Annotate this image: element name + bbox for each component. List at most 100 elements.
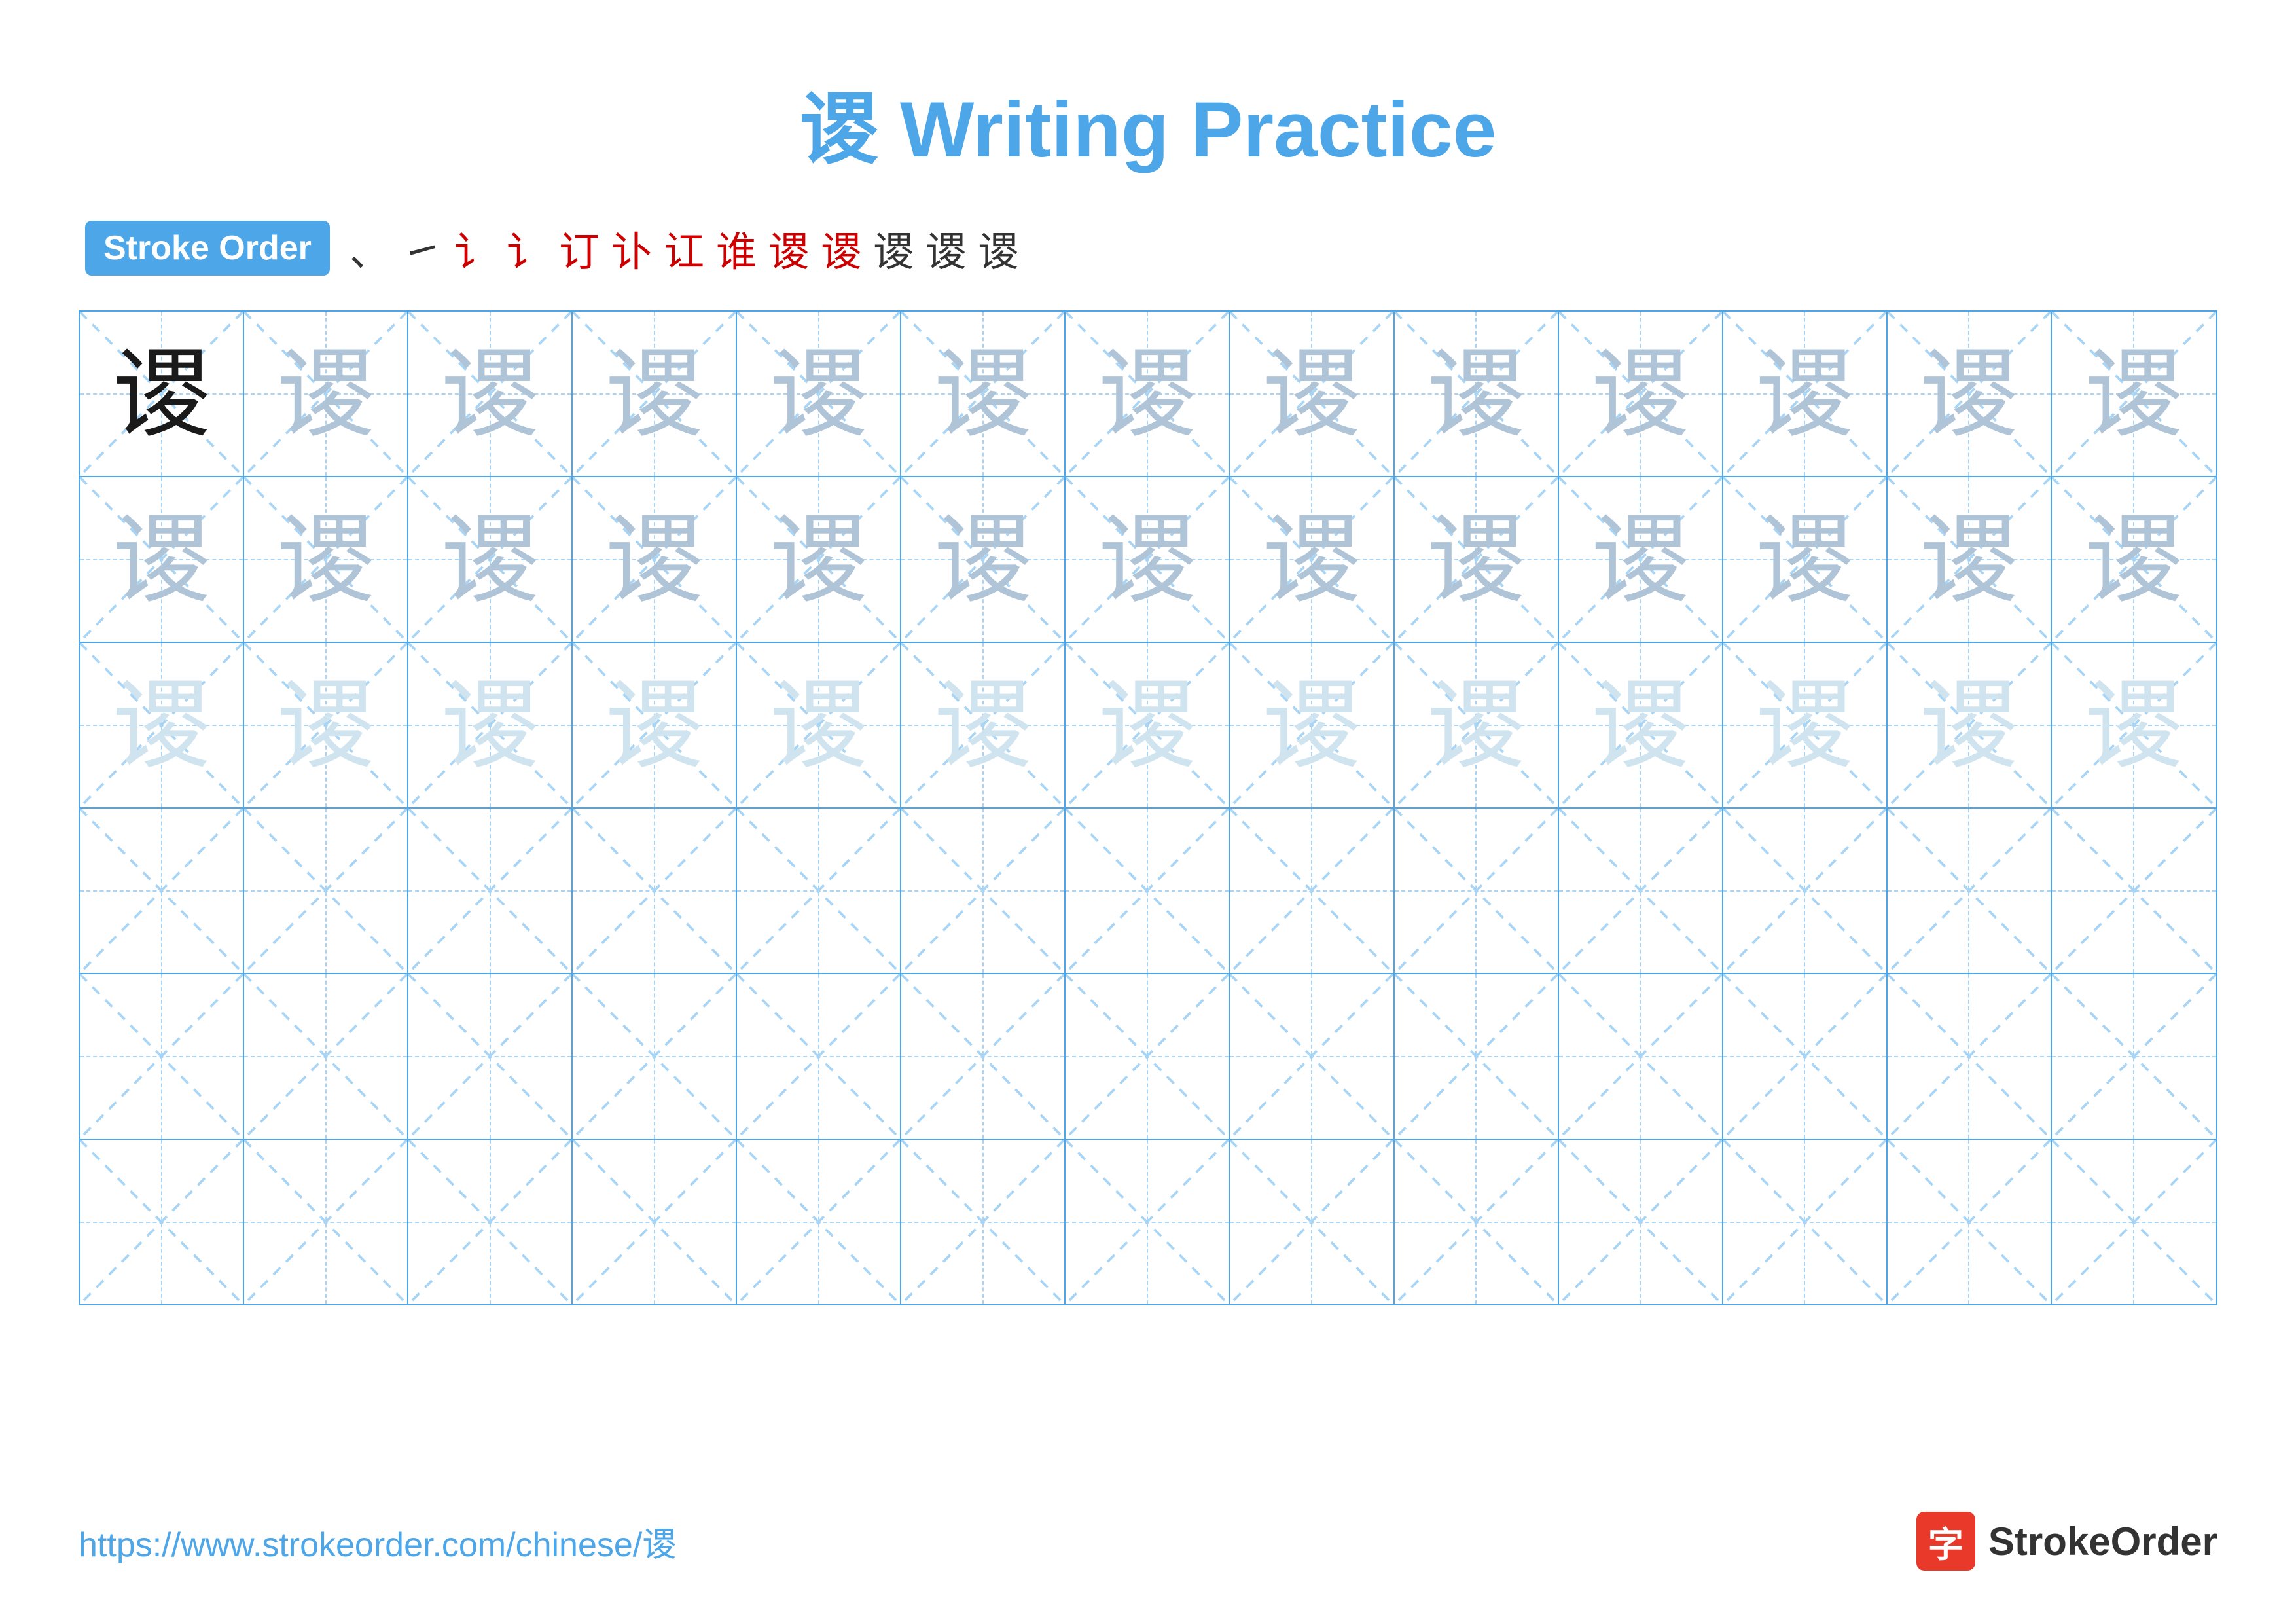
cell-character: 谡 xyxy=(605,676,704,775)
grid-cell-1-2: 谡 xyxy=(408,477,573,642)
stroke-8: 谁 xyxy=(716,219,757,278)
grid-cell-3-7[interactable] xyxy=(1230,809,1394,973)
grid-cell-5-7[interactable] xyxy=(1230,1140,1394,1304)
grid-cell-4-6[interactable] xyxy=(1066,974,1230,1139)
stroke-3: 讠 xyxy=(454,219,495,278)
grid-cell-2-4: 谡 xyxy=(737,643,901,807)
cell-character: 谡 xyxy=(934,511,1032,609)
grid-cell-4-7[interactable] xyxy=(1230,974,1394,1139)
stroke-10: 谡 xyxy=(821,219,861,278)
cell-character: 谡 xyxy=(770,345,868,443)
cell-character: 谡 xyxy=(770,676,868,775)
grid-cell-0-8: 谡 xyxy=(1395,312,1559,476)
footer-url[interactable]: https://www.strokeorder.com/chinese/谡 xyxy=(79,1517,676,1566)
cell-character: 谡 xyxy=(2085,345,2183,443)
page-title: 谡 Writing Practice xyxy=(79,65,2217,179)
grid-cell-3-12[interactable] xyxy=(2052,809,2216,973)
practice-grid: 谡 谡 谡 谡 谡 谡 谡 谡 xyxy=(79,310,2217,1305)
cell-character: 谡 xyxy=(1263,676,1361,775)
grid-cell-3-2[interactable] xyxy=(408,809,573,973)
grid-cell-1-0: 谡 xyxy=(80,477,244,642)
grid-cell-3-11[interactable] xyxy=(1888,809,2052,973)
grid-cell-3-4[interactable] xyxy=(737,809,901,973)
cell-character: 谡 xyxy=(605,345,704,443)
grid-cell-2-1: 谡 xyxy=(244,643,408,807)
grid-cell-4-0[interactable] xyxy=(80,974,244,1139)
grid-cell-5-5[interactable] xyxy=(901,1140,1066,1304)
cell-character: 谡 xyxy=(1098,345,1196,443)
grid-cell-2-8: 谡 xyxy=(1395,643,1559,807)
grid-cell-2-9: 谡 xyxy=(1559,643,1723,807)
cell-character: 谡 xyxy=(1427,345,1525,443)
grid-cell-4-2[interactable] xyxy=(408,974,573,1139)
cell-character: 谡 xyxy=(1591,511,1689,609)
grid-cell-1-4: 谡 xyxy=(737,477,901,642)
grid-cell-5-9[interactable] xyxy=(1559,1140,1723,1304)
grid-row-5[interactable] xyxy=(80,1140,2216,1304)
cell-character: 谡 xyxy=(277,676,375,775)
cell-character: 谡 xyxy=(113,676,211,775)
cell-character: 谡 xyxy=(441,511,539,609)
grid-cell-2-12: 谡 xyxy=(2052,643,2216,807)
grid-cell-3-0[interactable] xyxy=(80,809,244,973)
cell-character: 谡 xyxy=(1591,345,1689,443)
grid-cell-3-1[interactable] xyxy=(244,809,408,973)
grid-cell-3-6[interactable] xyxy=(1066,809,1230,973)
cell-character: 谡 xyxy=(1591,676,1689,775)
grid-cell-4-10[interactable] xyxy=(1723,974,1888,1139)
grid-cell-4-1[interactable] xyxy=(244,974,408,1139)
grid-cell-2-3: 谡 xyxy=(573,643,737,807)
cell-character: 谡 xyxy=(2085,676,2183,775)
stroke-5: 订 xyxy=(559,219,600,278)
grid-cell-5-1[interactable] xyxy=(244,1140,408,1304)
grid-cell-1-5: 谡 xyxy=(901,477,1066,642)
grid-cell-3-9[interactable] xyxy=(1559,809,1723,973)
grid-cell-4-8[interactable] xyxy=(1395,974,1559,1139)
cell-character: 谡 xyxy=(277,345,375,443)
grid-cell-4-5[interactable] xyxy=(901,974,1066,1139)
grid-cell-5-6[interactable] xyxy=(1066,1140,1230,1304)
cell-character: 谡 xyxy=(1920,511,2018,609)
grid-cell-1-10: 谡 xyxy=(1723,477,1888,642)
grid-row-0: 谡 谡 谡 谡 谡 谡 谡 谡 xyxy=(80,312,2216,477)
stroke-13: 谡 xyxy=(978,219,1018,278)
grid-cell-2-2: 谡 xyxy=(408,643,573,807)
grid-cell-1-11: 谡 xyxy=(1888,477,2052,642)
grid-cell-0-3: 谡 xyxy=(573,312,737,476)
grid-cell-1-7: 谡 xyxy=(1230,477,1394,642)
grid-cell-4-4[interactable] xyxy=(737,974,901,1139)
cell-character: 谡 xyxy=(441,676,539,775)
cell-character: 谡 xyxy=(277,511,375,609)
grid-cell-5-11[interactable] xyxy=(1888,1140,2052,1304)
footer: https://www.strokeorder.com/chinese/谡 字 … xyxy=(79,1512,2217,1571)
grid-cell-3-3[interactable] xyxy=(573,809,737,973)
grid-cell-0-7: 谡 xyxy=(1230,312,1394,476)
grid-cell-4-3[interactable] xyxy=(573,974,737,1139)
grid-cell-5-12[interactable] xyxy=(2052,1140,2216,1304)
cell-character: 谡 xyxy=(1920,676,2018,775)
grid-cell-4-12[interactable] xyxy=(2052,974,2216,1139)
grid-cell-5-0[interactable] xyxy=(80,1140,244,1304)
grid-cell-5-10[interactable] xyxy=(1723,1140,1888,1304)
cell-character: 谡 xyxy=(441,345,539,443)
grid-cell-4-9[interactable] xyxy=(1559,974,1723,1139)
grid-cell-2-5: 谡 xyxy=(901,643,1066,807)
stroke-order-row: Stroke Order 、 ㇀ 讠 讠 订 讣 讧 谁 谡 谡 谡 谡 谡 xyxy=(79,219,2217,278)
grid-cell-5-8[interactable] xyxy=(1395,1140,1559,1304)
grid-cell-4-11[interactable] xyxy=(1888,974,2052,1139)
grid-cell-5-4[interactable] xyxy=(737,1140,901,1304)
grid-cell-2-10: 谡 xyxy=(1723,643,1888,807)
grid-cell-3-5[interactable] xyxy=(901,809,1066,973)
grid-row-3[interactable] xyxy=(80,809,2216,974)
cell-character: 谡 xyxy=(1263,345,1361,443)
grid-cell-3-10[interactable] xyxy=(1723,809,1888,973)
grid-cell-2-0: 谡 xyxy=(80,643,244,807)
grid-cell-1-8: 谡 xyxy=(1395,477,1559,642)
page: 谡 Writing Practice Stroke Order 、 ㇀ 讠 讠 … xyxy=(0,0,2296,1623)
grid-cell-0-12: 谡 xyxy=(2052,312,2216,476)
grid-cell-3-8[interactable] xyxy=(1395,809,1559,973)
grid-cell-5-2[interactable] xyxy=(408,1140,573,1304)
grid-cell-5-3[interactable] xyxy=(573,1140,737,1304)
stroke-1: 、 xyxy=(350,219,390,278)
grid-row-4[interactable] xyxy=(80,974,2216,1140)
